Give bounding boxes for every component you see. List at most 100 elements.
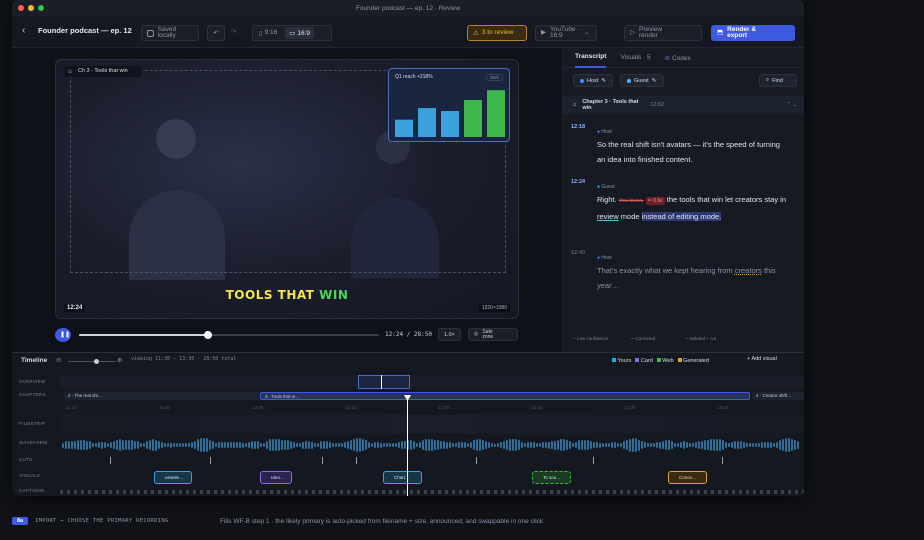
zoom-out-icon[interactable]: ⊖	[56, 356, 61, 364]
waveform-bar	[740, 441, 742, 449]
overview-track[interactable]	[60, 375, 804, 389]
preview-render-button[interactable]: ▷ Preview render	[624, 25, 702, 41]
deleted-words[interactable]: You know,	[619, 198, 644, 204]
maximize-window-button[interactable]	[38, 5, 44, 11]
tab-transcript[interactable]: Transcript	[575, 48, 607, 68]
waveform-bar	[788, 438, 790, 452]
waveform-bar	[755, 442, 757, 448]
waveform-bar	[386, 443, 388, 447]
transcript-segment[interactable]: 12:18 ● Host So the real shift isn't ava…	[571, 124, 795, 172]
window-titlebar: Founder podcast — ep. 12 · Review	[12, 0, 804, 16]
aspect-9-16-option[interactable]: ▯ 9:16	[255, 29, 281, 37]
add-visual-button[interactable]: + Add visual	[747, 356, 791, 362]
waveform-bar	[554, 440, 556, 450]
waveform-bar	[83, 440, 85, 450]
waveform-bar	[110, 441, 112, 449]
aspect-16-9-option[interactable]: ▭ 16:9	[285, 27, 315, 39]
waveform-bar	[584, 439, 586, 451]
track-label-overview: OVERVIEW	[19, 379, 46, 384]
waveform-bar	[596, 442, 598, 448]
transcript-segment[interactable]: 12:24 ● Guest Right. You know, ✂ 0.6s th…	[571, 179, 795, 241]
visual-clip[interactable]: To sou…	[532, 471, 571, 484]
zoom-in-icon[interactable]: ⊕	[117, 356, 122, 364]
safe-zone-toggle[interactable]: ◎ Safe zone	[468, 328, 518, 341]
cut-marker[interactable]	[593, 457, 594, 464]
chapter-block[interactable]: 2 · The real shi…	[64, 392, 260, 400]
cut-marker[interactable]	[722, 457, 723, 464]
waveform-bar	[521, 442, 523, 448]
waveform-bar	[272, 438, 274, 452]
waveform-track[interactable]	[60, 437, 804, 453]
visual-clip[interactable]: Idea…	[260, 471, 292, 484]
filmstrip-track[interactable]	[60, 415, 804, 433]
waveform-bar	[263, 442, 265, 448]
undo-icon: ↶	[213, 30, 219, 37]
chapter-header[interactable]: ⌂ Chapter 3 · Tools that win 12:02 ⌃ ⌄	[563, 96, 804, 114]
waveform-bar	[659, 441, 661, 449]
back-icon[interactable]: ‹	[22, 25, 25, 36]
find-button[interactable]: ⌕ Find	[759, 74, 797, 87]
waveform-bar	[668, 440, 670, 450]
waveform-bar	[395, 442, 397, 448]
waveform-bar	[779, 440, 781, 450]
review-warning-button[interactable]: ⚠ 3 to review	[467, 25, 527, 41]
waveform-bar	[794, 439, 796, 451]
cut-marker[interactable]	[476, 457, 477, 464]
collapse-icon[interactable]: ⌃ ⌄	[786, 102, 797, 108]
transcript-legend: ┈ Low confidence ─ Corrected ─ Deleted +…	[573, 336, 729, 341]
chapter-block[interactable]: 4 · Creator shift…	[752, 392, 804, 400]
host-color-dot	[580, 78, 584, 83]
waveform-bar	[410, 440, 412, 450]
speaker-chip-guest[interactable]: Guest ✎	[620, 74, 664, 87]
visual-clip[interactable]: Chart…	[383, 471, 422, 484]
scrubber-handle[interactable]	[204, 331, 212, 339]
overview-viewport[interactable]	[358, 375, 410, 389]
ruler-tick: 12:45	[531, 405, 543, 410]
corrected-word[interactable]: review	[597, 212, 619, 221]
waveform-bar	[776, 442, 778, 448]
waveform-bar	[611, 442, 613, 448]
waveform-bar	[131, 440, 133, 450]
waveform-bar	[644, 441, 646, 449]
waveform-bar	[503, 441, 505, 450]
tab-codex[interactable]: ⊘ Codex	[665, 54, 691, 62]
waveform-bar	[482, 440, 484, 451]
caption-accent-text: WIN	[319, 288, 349, 302]
chapter-overlay-label: Ch 3 · Tools that win	[78, 68, 128, 74]
cut-marker[interactable]	[110, 457, 111, 464]
waveform-bar	[701, 440, 703, 450]
low-confidence-word[interactable]: creators	[735, 266, 762, 275]
play-pause-button[interactable]: ❚❚	[55, 328, 71, 342]
cut-marker[interactable]	[210, 457, 211, 464]
waveform-bar	[389, 443, 391, 447]
highlighted-words[interactable]: instead of editing mode.	[641, 212, 722, 221]
waveform-bar	[797, 441, 799, 449]
transcript-segment[interactable]: 12:40 ● Host That's exactly what we kept…	[571, 250, 795, 298]
speed-button[interactable]: 1.0×	[438, 328, 461, 341]
zoom-slider-handle[interactable]	[94, 359, 99, 364]
speaker-chip-host[interactable]: Host ✎	[573, 74, 613, 87]
visual-clip[interactable]: Conce…	[668, 471, 707, 484]
redo-button[interactable]: ↷	[231, 28, 236, 36]
undo-button[interactable]: ↶	[207, 25, 225, 41]
waveform-bar	[314, 442, 316, 448]
export-target-select[interactable]: ▶ YouTube · 16:9 ⌄	[535, 25, 597, 41]
waveform-bar	[146, 441, 148, 449]
close-window-button[interactable]	[18, 5, 24, 11]
legend-low-label: Low confidence	[576, 336, 609, 341]
cut-marker[interactable]	[322, 457, 323, 464]
waveform-bar	[623, 441, 625, 449]
chapter-block[interactable]: 3 · Tools that w…	[260, 392, 750, 400]
cut-badge[interactable]: ✂ 0.6s	[645, 197, 665, 205]
render-export-button[interactable]: ⬒ Render & export	[711, 25, 795, 41]
waveform-bar	[506, 439, 508, 451]
tab-visuals[interactable]: Visuals · 5	[620, 54, 650, 61]
chart-visual-card[interactable]: Q1 reach +218% Web	[388, 68, 510, 142]
cut-marker[interactable]	[356, 457, 357, 464]
captions-track[interactable]	[60, 490, 804, 494]
minimize-window-button[interactable]	[28, 5, 34, 11]
visual-clip[interactable]: newsle…	[154, 471, 192, 484]
scrubber[interactable]	[79, 331, 379, 339]
zoom-slider[interactable]	[68, 359, 116, 364]
video-preview[interactable]: ⌂ Ch 3 · Tools that win Q1 reach +218% We…	[55, 59, 519, 319]
